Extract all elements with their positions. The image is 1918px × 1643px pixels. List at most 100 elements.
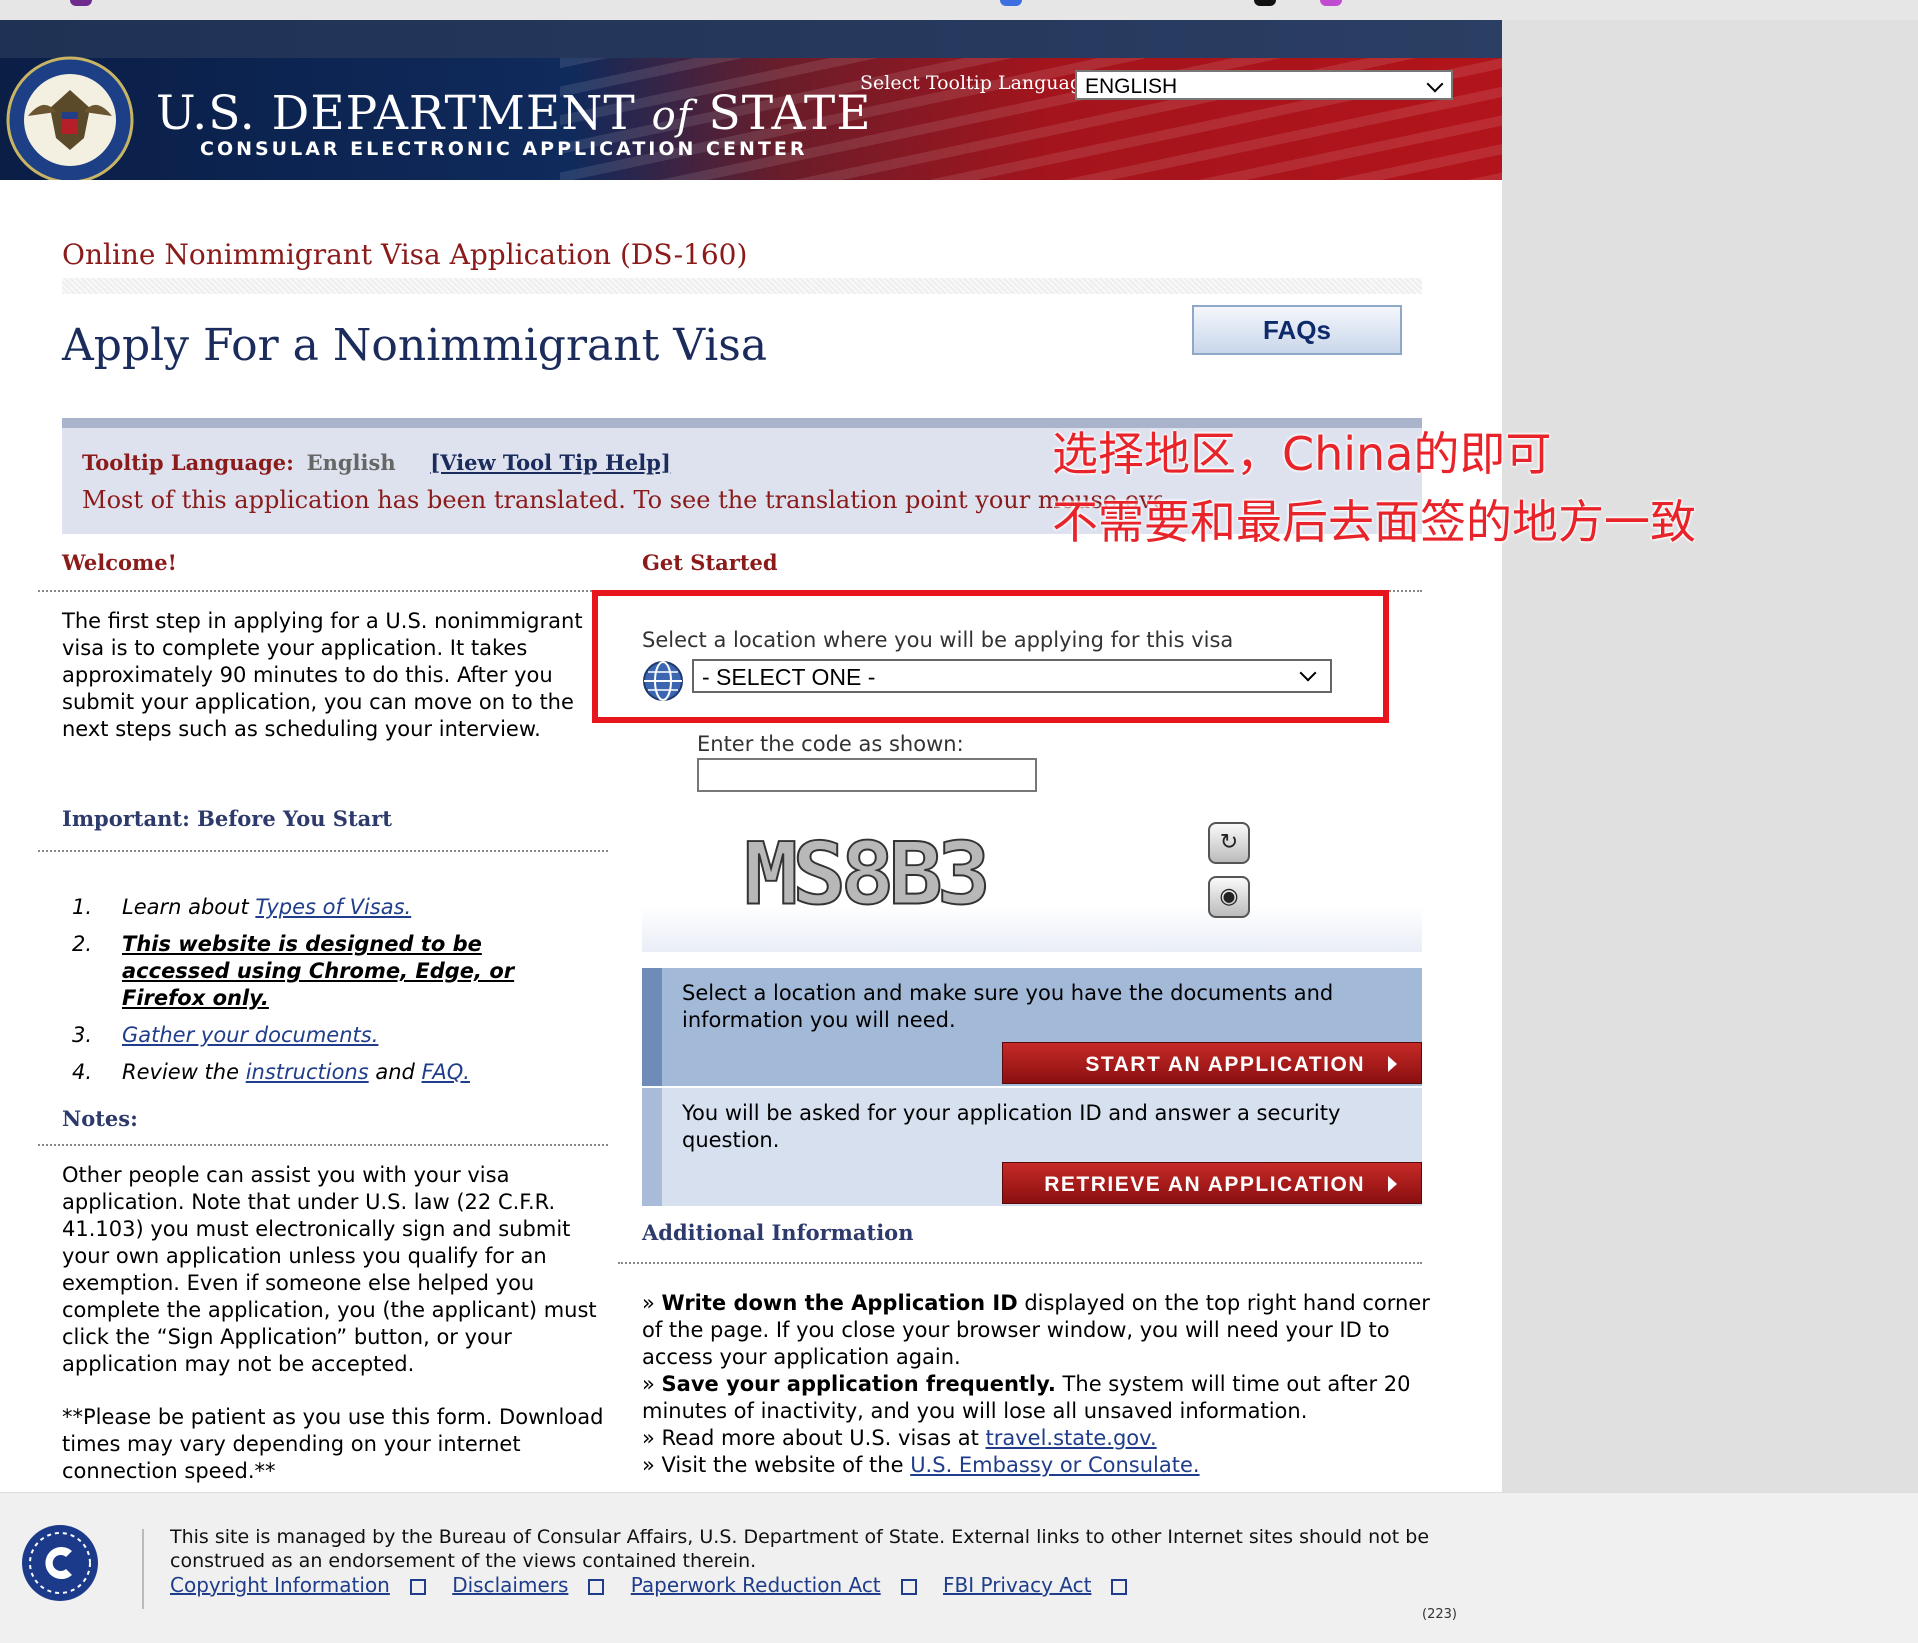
retrieve-application-panel: You will be asked for your application I…: [642, 1088, 1422, 1206]
external-link-icon: [1111, 1578, 1128, 1595]
form-title: Online Nonimmigrant Visa Application (DS…: [62, 238, 748, 271]
annotation-highlight-box: [592, 590, 1389, 723]
external-link-icon: [900, 1578, 917, 1595]
faqs-button[interactable]: FAQs: [1192, 305, 1402, 355]
travel-state-gov-link[interactable]: travel.state.gov.: [986, 1426, 1157, 1450]
tooltip-language-current: English: [306, 450, 396, 475]
list-item: 2. This website is designed to be access…: [62, 931, 582, 1012]
arrow-right-icon: [1388, 1176, 1397, 1192]
faqs-button-label: FAQs: [1263, 315, 1331, 345]
view-tooltip-help-link[interactable]: [View Tool Tip Help]: [430, 450, 671, 475]
info-bold: Write down the Application ID: [661, 1291, 1018, 1315]
browser-requirements-link[interactable]: This website is designed to be accessed …: [122, 932, 514, 1010]
location-select[interactable]: - SELECT ONE -: [692, 659, 1332, 693]
get-started-heading: Get Started: [642, 550, 778, 575]
faq-link[interactable]: FAQ.: [422, 1060, 470, 1084]
captcha-code-label: Enter the code as shown:: [697, 732, 964, 756]
dept-title-part: STATE: [708, 86, 872, 141]
step-number: 1.: [72, 895, 93, 919]
divider: [62, 278, 1422, 294]
location-select-value: - SELECT ONE -: [702, 664, 876, 690]
divider: [618, 590, 1422, 592]
before-you-start-list: 1. Learn about Types of Visas. 2. This w…: [62, 894, 582, 1096]
copyright-link[interactable]: Copyright Information: [170, 1573, 390, 1597]
refresh-icon: ↻: [1219, 830, 1239, 855]
tooltip-language-value: ENGLISH: [1085, 75, 1178, 98]
patience-note: **Please be patient as you use this form…: [62, 1405, 604, 1483]
notes-text: Other people can assist you with your vi…: [62, 1163, 597, 1376]
location-label: Select a location where you will be appl…: [642, 628, 1234, 652]
paperwork-reduction-link[interactable]: Paperwork Reduction Act: [631, 1573, 881, 1597]
instructions-link[interactable]: instructions: [246, 1060, 369, 1084]
welcome-text: The first step in applying for a U.S. no…: [62, 609, 583, 741]
step-number: 3.: [72, 1023, 93, 1047]
department-title: U.S. DEPARTMENT of STATE: [156, 86, 872, 141]
speaker-icon: ◉: [1219, 884, 1239, 909]
retrieve-application-label: RETRIEVE AN APPLICATION: [1044, 1173, 1365, 1196]
dept-title-part: U.S. DEPARTMENT: [156, 86, 636, 141]
bookmark-icon[interactable]: [70, 0, 92, 6]
list-item: » Visit the website of the U.S. Embassy …: [642, 1453, 1200, 1477]
footer-disclaimer: This site is managed by the Bureau of Co…: [170, 1526, 1430, 1572]
captcha-image: MS8B3: [743, 824, 992, 926]
start-application-panel: Select a location and make sure you have…: [642, 968, 1422, 1086]
captcha-code-input[interactable]: [697, 758, 1037, 792]
start-application-label: START AN APPLICATION: [1085, 1053, 1365, 1076]
page-title: Apply For a Nonimmigrant Visa: [62, 320, 768, 371]
footer-links: Copyright Information Disclaimers Paperw…: [170, 1573, 1147, 1597]
info-bold: Save your application frequently.: [661, 1372, 1056, 1396]
list-item: » Read more about U.S. visas at travel.s…: [642, 1426, 1157, 1450]
divider: [38, 590, 608, 592]
annotation-line-1: 选择地区，China的即可: [1052, 427, 1552, 481]
important-heading: Important: Before You Start: [62, 806, 393, 831]
retrieve-application-text: You will be asked for your application I…: [682, 1101, 1341, 1152]
list-item: 1. Learn about Types of Visas.: [62, 894, 582, 921]
arrow-right-icon: [1388, 1056, 1397, 1072]
external-link-icon: [409, 1578, 426, 1595]
refresh-captcha-button[interactable]: ↻: [1208, 822, 1250, 864]
audio-captcha-button[interactable]: ◉: [1208, 876, 1250, 918]
tooltip-language-heading: Tooltip Language:: [82, 450, 294, 475]
consular-affairs-logo-icon: [22, 1525, 98, 1601]
divider: [38, 850, 608, 852]
step-number: 4.: [72, 1060, 93, 1084]
browser-bookmarks-bar: [0, 0, 1918, 20]
tooltip-language-label: Select Tooltip Language: [860, 72, 1094, 94]
step-text: and: [368, 1060, 422, 1084]
footer: This site is managed by the Bureau of Co…: [0, 1492, 1918, 1643]
globe-icon: [643, 661, 683, 701]
bookmark-icon[interactable]: [1000, 0, 1022, 6]
divider: [618, 1262, 1422, 1264]
retrieve-application-button[interactable]: RETRIEVE AN APPLICATION: [1002, 1162, 1422, 1204]
captcha-area: MS8B3 ↻ ◉: [642, 800, 1422, 952]
additional-info-list: » Write down the Application ID displaye…: [642, 1290, 1432, 1479]
additional-info-heading: Additional Information: [642, 1220, 914, 1245]
dept-title-of: of: [651, 93, 693, 139]
info-text: Read more about U.S. visas at: [661, 1426, 986, 1450]
start-application-text: Select a location and make sure you have…: [682, 981, 1334, 1032]
step-number: 2.: [72, 932, 93, 956]
step-text: Review the: [122, 1060, 246, 1084]
embassy-consulate-link[interactable]: U.S. Embassy or Consulate.: [910, 1453, 1199, 1477]
list-item: » Write down the Application ID displaye…: [642, 1291, 1430, 1369]
list-item: 3. Gather your documents.: [62, 1022, 582, 1049]
translation-message: Most of this application has been transl…: [82, 486, 1162, 514]
page-code: (223): [1422, 1607, 1457, 1622]
chevron-down-icon: [1426, 75, 1444, 93]
external-link-icon: [588, 1578, 605, 1595]
fbi-privacy-link[interactable]: FBI Privacy Act: [943, 1573, 1091, 1597]
page: U.S. DEPARTMENT of STATE CONSULAR ELECTR…: [0, 20, 1502, 1642]
types-of-visas-link[interactable]: Types of Visas.: [255, 895, 411, 919]
tooltip-language-select[interactable]: ENGLISH: [1075, 70, 1453, 100]
chevron-down-icon: [1299, 664, 1317, 682]
bookmark-icon[interactable]: [1320, 0, 1342, 6]
department-subtitle: CONSULAR ELECTRONIC APPLICATION CENTER: [200, 138, 808, 160]
department-seal-icon: [6, 56, 134, 180]
header-banner: U.S. DEPARTMENT of STATE CONSULAR ELECTR…: [0, 20, 1502, 180]
bookmark-icon[interactable]: [1254, 0, 1276, 6]
disclaimers-link[interactable]: Disclaimers: [452, 1573, 568, 1597]
gather-documents-link[interactable]: Gather your documents.: [122, 1023, 378, 1047]
step-text: Learn about: [122, 895, 256, 919]
divider: [38, 1144, 608, 1146]
start-application-button[interactable]: START AN APPLICATION: [1002, 1042, 1422, 1084]
